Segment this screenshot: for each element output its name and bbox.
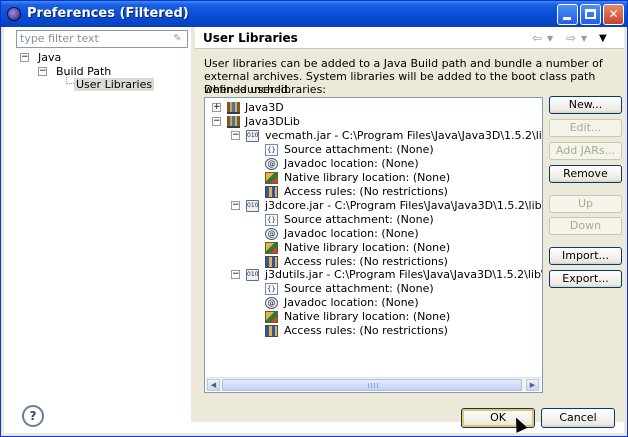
filter-placeholder: type filter text [20, 32, 99, 45]
import-button[interactable]: Import... [549, 247, 622, 265]
native-library-icon [265, 311, 278, 323]
title-bar[interactable]: Preferences (Filtered) ✕ [1, 1, 627, 27]
close-button[interactable]: ✕ [603, 4, 624, 25]
tree-item-user-libraries[interactable]: User Libraries [74, 78, 155, 92]
page-header: User Libraries ⇦ ▼ ⇨ ▼ ▼ [195, 27, 624, 49]
dialog-body: type filter text ✎ − Java − Build Path U… [4, 27, 624, 433]
jar-label: vecmath.jar - C:\Program Files\Java\Java… [265, 129, 543, 142]
scrollbar-thumb[interactable] [222, 379, 522, 391]
attribute-label: Access rules: (No restrictions) [284, 324, 448, 337]
attribute-label: Javadoc location: (None) [284, 227, 419, 240]
attribute-label: Native library location: (None) [284, 310, 451, 323]
access-rules-icon [265, 256, 278, 268]
defined-libraries-label: Defined user libraries: [204, 83, 327, 96]
access-rules-icon [265, 325, 278, 337]
attribute-label: Source attachment: (None) [284, 213, 434, 226]
back-arrow-icon[interactable]: ⇦ [532, 31, 542, 45]
scroll-left-icon[interactable]: ◀ [207, 379, 220, 391]
collapse-icon[interactable]: − [212, 117, 221, 126]
forward-arrow-icon[interactable]: ⇨ [566, 31, 576, 45]
attribute-label: Javadoc location: (None) [284, 157, 419, 170]
grip-icon [368, 383, 378, 388]
tree-item-label: User Libraries [74, 78, 155, 91]
javadoc-icon: @ [265, 297, 278, 309]
horizontal-scrollbar[interactable]: ◀ ▶ [206, 377, 541, 391]
expand-icon[interactable]: + [212, 103, 221, 112]
attribute-label: Access rules: (No restrictions) [284, 185, 448, 198]
close-icon: ✕ [608, 7, 619, 21]
view-menu-icon[interactable]: ▼ [599, 33, 607, 44]
minimize-icon [563, 17, 571, 20]
chevron-down-icon[interactable]: ▼ [547, 34, 553, 43]
jar-icon: 010 [246, 130, 259, 142]
user-libraries-page: User Libraries ⇦ ▼ ⇨ ▼ ▼ User libraries … [195, 27, 624, 422]
native-library-icon [265, 242, 278, 254]
minimize-button[interactable] [557, 4, 578, 25]
eclipse-icon [7, 7, 21, 21]
library-label: Java3DLib [245, 115, 300, 128]
collapse-icon[interactable]: − [231, 131, 240, 140]
edit-button[interactable]: Edit... [549, 119, 622, 137]
access-rules-icon [265, 186, 278, 198]
preferences-window: Preferences (Filtered) ✕ type filter tex… [0, 0, 628, 437]
export-button[interactable]: Export... [549, 270, 622, 288]
down-button[interactable]: Down [549, 217, 622, 235]
cancel-button[interactable]: Cancel [541, 408, 615, 428]
attribute-label: Access rules: (No restrictions) [284, 255, 448, 268]
native-library-icon [265, 172, 278, 184]
scroll-right-icon[interactable]: ▶ [526, 379, 539, 391]
collapse-icon[interactable]: − [38, 67, 47, 76]
source-attachment-icon: {} [265, 214, 278, 226]
add-jars-button[interactable]: Add JARs... [549, 142, 622, 160]
help-button[interactable]: ? [22, 405, 44, 427]
tree-item-label: Build Path [56, 65, 112, 78]
jar-icon: 010 [246, 200, 259, 212]
up-button[interactable]: Up [549, 195, 622, 213]
jar-label: j3dcore.jar - C:\Program Files\Java\Java… [265, 199, 543, 212]
source-attachment-icon: {} [265, 283, 278, 295]
javadoc-icon: @ [265, 158, 278, 170]
maximize-button[interactable] [580, 4, 601, 25]
maximize-icon [585, 9, 596, 19]
collapse-icon[interactable]: − [20, 53, 29, 62]
library-icon [227, 116, 240, 128]
attribute-label: Native library location: (None) [284, 241, 451, 254]
clear-filter-icon[interactable]: ✎ [171, 33, 184, 45]
javadoc-icon: @ [265, 228, 278, 240]
collapse-icon[interactable]: − [231, 270, 240, 279]
attribute-label: Source attachment: (None) [284, 143, 434, 156]
filter-input[interactable]: type filter text ✎ [16, 30, 188, 48]
user-libraries-tree[interactable]: + Java3D − Java3DLib − 010 vecmath.jar -… [204, 97, 543, 393]
collapse-icon[interactable]: − [231, 201, 240, 210]
library-icon [227, 102, 240, 114]
jar-label: j3dutils.jar - C:\Program Files\Java\Jav… [265, 268, 543, 281]
attribute-label: Javadoc location: (None) [284, 296, 419, 309]
preference-tree-pane: type filter text ✎ − Java − Build Path U… [10, 29, 193, 421]
tree-item-label: Java [38, 51, 62, 64]
page-title: User Libraries [203, 31, 298, 45]
jar-icon: 010 [246, 269, 259, 281]
tree-connector [66, 75, 74, 84]
window-title: Preferences (Filtered) [27, 6, 189, 21]
library-label: Java3D [245, 101, 284, 114]
attribute-label: Native library location: (None) [284, 171, 451, 184]
chevron-down-icon[interactable]: ▼ [581, 34, 587, 43]
remove-button[interactable]: Remove [549, 165, 622, 183]
attribute-label: Source attachment: (None) [284, 282, 434, 295]
source-attachment-icon: {} [265, 144, 278, 156]
new-button[interactable]: New... [549, 96, 622, 114]
